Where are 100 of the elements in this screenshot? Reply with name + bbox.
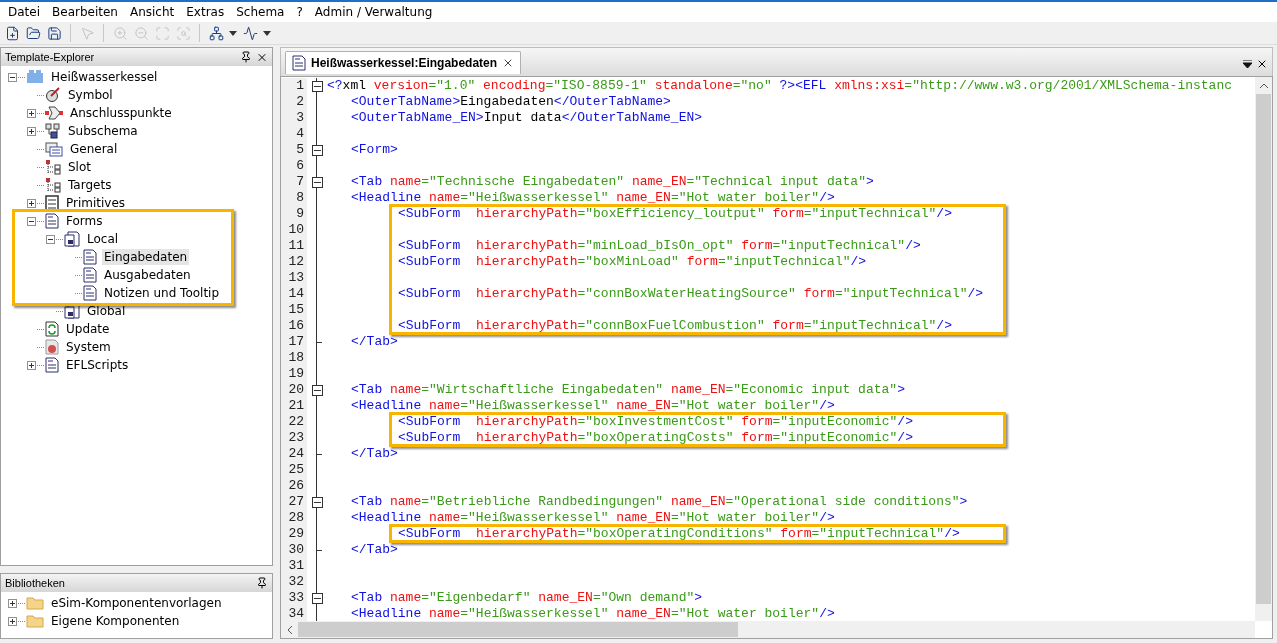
slot-icon xyxy=(45,177,61,193)
tree-item[interactable]: Subschema xyxy=(66,123,140,139)
code-line: <Tab name="Technische Eingabedaten" name_EN="Technical input data"> xyxy=(351,174,874,190)
tree-item[interactable]: EFLScripts xyxy=(64,357,131,373)
tree-item[interactable]: Local xyxy=(85,231,121,247)
tree-item[interactable]: eSim-Komponentenvorlagen xyxy=(49,595,224,611)
tree-item[interactable]: Anschlusspunkte xyxy=(68,105,174,121)
tree-item[interactable]: Update xyxy=(64,321,112,337)
expand-toggle[interactable] xyxy=(27,126,36,136)
editor-tab[interactable]: Heißwasserkessel:Eingabedaten xyxy=(285,51,522,74)
line-number: 25 xyxy=(281,462,307,478)
pin-icon[interactable] xyxy=(240,51,252,63)
panel-title: Template-Explorer xyxy=(5,51,96,63)
line-number: 29 xyxy=(281,526,307,542)
folder-icon xyxy=(26,596,44,610)
form-document-icon xyxy=(83,249,97,265)
fold-toggle[interactable] xyxy=(311,144,323,156)
line-number: 34 xyxy=(281,606,307,621)
code-line: <SubForm hierarchyPath="boxOperatingCosts" form="inputEconomic"/> xyxy=(398,430,913,446)
expand-toggle[interactable] xyxy=(8,616,17,626)
tree-item[interactable]: Symbol xyxy=(66,87,115,103)
code-line: <?xml version="1.0" encoding="ISO-8859-1" standalone="no" ?><EFL xmlns:xsi="http://www.w3.org/2001/XMLSchema-instanc xyxy=(327,78,1232,94)
collapse-toggle[interactable] xyxy=(46,234,55,244)
tree-item[interactable]: Slot xyxy=(66,159,93,175)
package-icon xyxy=(26,70,44,84)
tree-line xyxy=(18,620,25,622)
line-number: 19 xyxy=(281,366,307,382)
menu-item[interactable]: Extras xyxy=(180,5,231,19)
tree-item[interactable]: Eigene Komponenten xyxy=(49,613,182,629)
line-number: 26 xyxy=(281,478,307,494)
fold-toggle[interactable] xyxy=(311,384,323,396)
menu-item[interactable]: ? xyxy=(290,5,309,19)
tree-item[interactable]: Primitives xyxy=(64,195,128,211)
line-number: 17 xyxy=(281,334,307,350)
menu-item[interactable]: Ansicht xyxy=(123,5,181,19)
form-document-icon xyxy=(83,285,97,301)
expand-toggle[interactable] xyxy=(27,198,36,208)
tree-line xyxy=(37,328,44,330)
symbol-icon xyxy=(45,87,61,103)
code-line: <OuterTabName_EN>Input data</OuterTabName_EN> xyxy=(351,110,703,126)
code-line: <Headline name="Heißwasserkessel" name_EN="Hot water boiler"/> xyxy=(351,606,835,621)
menu-item[interactable]: Bearbeiten xyxy=(46,5,124,19)
folder-icon xyxy=(26,614,44,628)
tree-item[interactable]: Ausgabedaten xyxy=(102,267,193,283)
line-number: 27 xyxy=(281,494,307,510)
tree-item[interactable]: Targets xyxy=(66,177,114,193)
code-line: <Headline name="Heißwasserkessel" name_EN="Hot water boiler"/> xyxy=(351,190,835,206)
menu-caret-icon[interactable] xyxy=(1241,58,1253,70)
tree-line xyxy=(18,602,25,604)
form-document-icon xyxy=(45,213,59,229)
line-number: 18 xyxy=(281,350,307,366)
line-number: 22 xyxy=(281,414,307,430)
line-number: 6 xyxy=(281,158,307,174)
tree-line xyxy=(37,346,44,348)
tree-item[interactable]: General xyxy=(68,141,120,157)
expand-toggle[interactable] xyxy=(27,108,36,118)
line-number: 14 xyxy=(281,286,307,302)
line-number: 33 xyxy=(281,590,307,606)
refresh-document-icon xyxy=(45,321,59,337)
horizontal-scrollbar[interactable] xyxy=(281,621,1255,638)
pin-icon[interactable] xyxy=(256,577,268,589)
fold-toggle[interactable] xyxy=(311,496,323,508)
fold-toggle[interactable] xyxy=(311,80,323,92)
menu-item[interactable]: Datei xyxy=(2,5,46,19)
tree-line xyxy=(37,202,44,204)
expand-toggle[interactable] xyxy=(8,598,17,608)
tree-item[interactable]: System xyxy=(64,339,113,355)
wave-icon[interactable] xyxy=(241,24,259,42)
tree-item[interactable]: Heißwasserkessel xyxy=(49,69,160,85)
collapse-toggle[interactable] xyxy=(8,72,17,82)
code-line: <Tab name="Eigenbedarf" name_EN="Own demand"> xyxy=(351,590,703,606)
diagram-icon[interactable] xyxy=(207,24,225,42)
line-number: 13 xyxy=(281,270,307,286)
fold-toggle[interactable] xyxy=(311,176,323,188)
tree-item[interactable]: Global xyxy=(85,303,128,319)
line-number: 16 xyxy=(281,318,307,334)
line-number: 24 xyxy=(281,446,307,462)
menu-item[interactable]: Admin / Verwaltung xyxy=(308,5,439,19)
collapse-toggle[interactable] xyxy=(27,216,36,226)
code-line: <SubForm hierarchyPath="connBoxWaterHeatingSource" form="inputTechnical"/> xyxy=(398,286,984,302)
tree-line xyxy=(56,238,63,240)
tree-line xyxy=(37,220,44,222)
tree-line xyxy=(75,256,82,258)
fold-toggle[interactable] xyxy=(311,592,323,604)
tree-item[interactable]: Notizen und Tooltip xyxy=(102,285,222,301)
tree-item[interactable]: Forms xyxy=(64,213,105,229)
open-folder-icon[interactable] xyxy=(24,24,42,42)
close-icon[interactable] xyxy=(1256,58,1268,70)
tree-line xyxy=(75,292,82,294)
vertical-scrollbar[interactable] xyxy=(1255,77,1272,621)
tree-item[interactable]: Eingabedaten xyxy=(102,249,190,265)
save-icon[interactable] xyxy=(45,24,63,42)
menu-item[interactable]: Schema xyxy=(230,5,291,19)
system-icon xyxy=(45,339,59,355)
tree-line xyxy=(56,310,63,312)
expand-toggle[interactable] xyxy=(27,360,36,370)
form-document-icon xyxy=(45,357,59,373)
tree-line xyxy=(37,166,44,168)
code-line: <Tab name="Wirtschaftliche Eingabedaten" name_EN="Economic input data"> xyxy=(351,382,905,398)
panel-title: Bibliotheken xyxy=(5,577,66,589)
